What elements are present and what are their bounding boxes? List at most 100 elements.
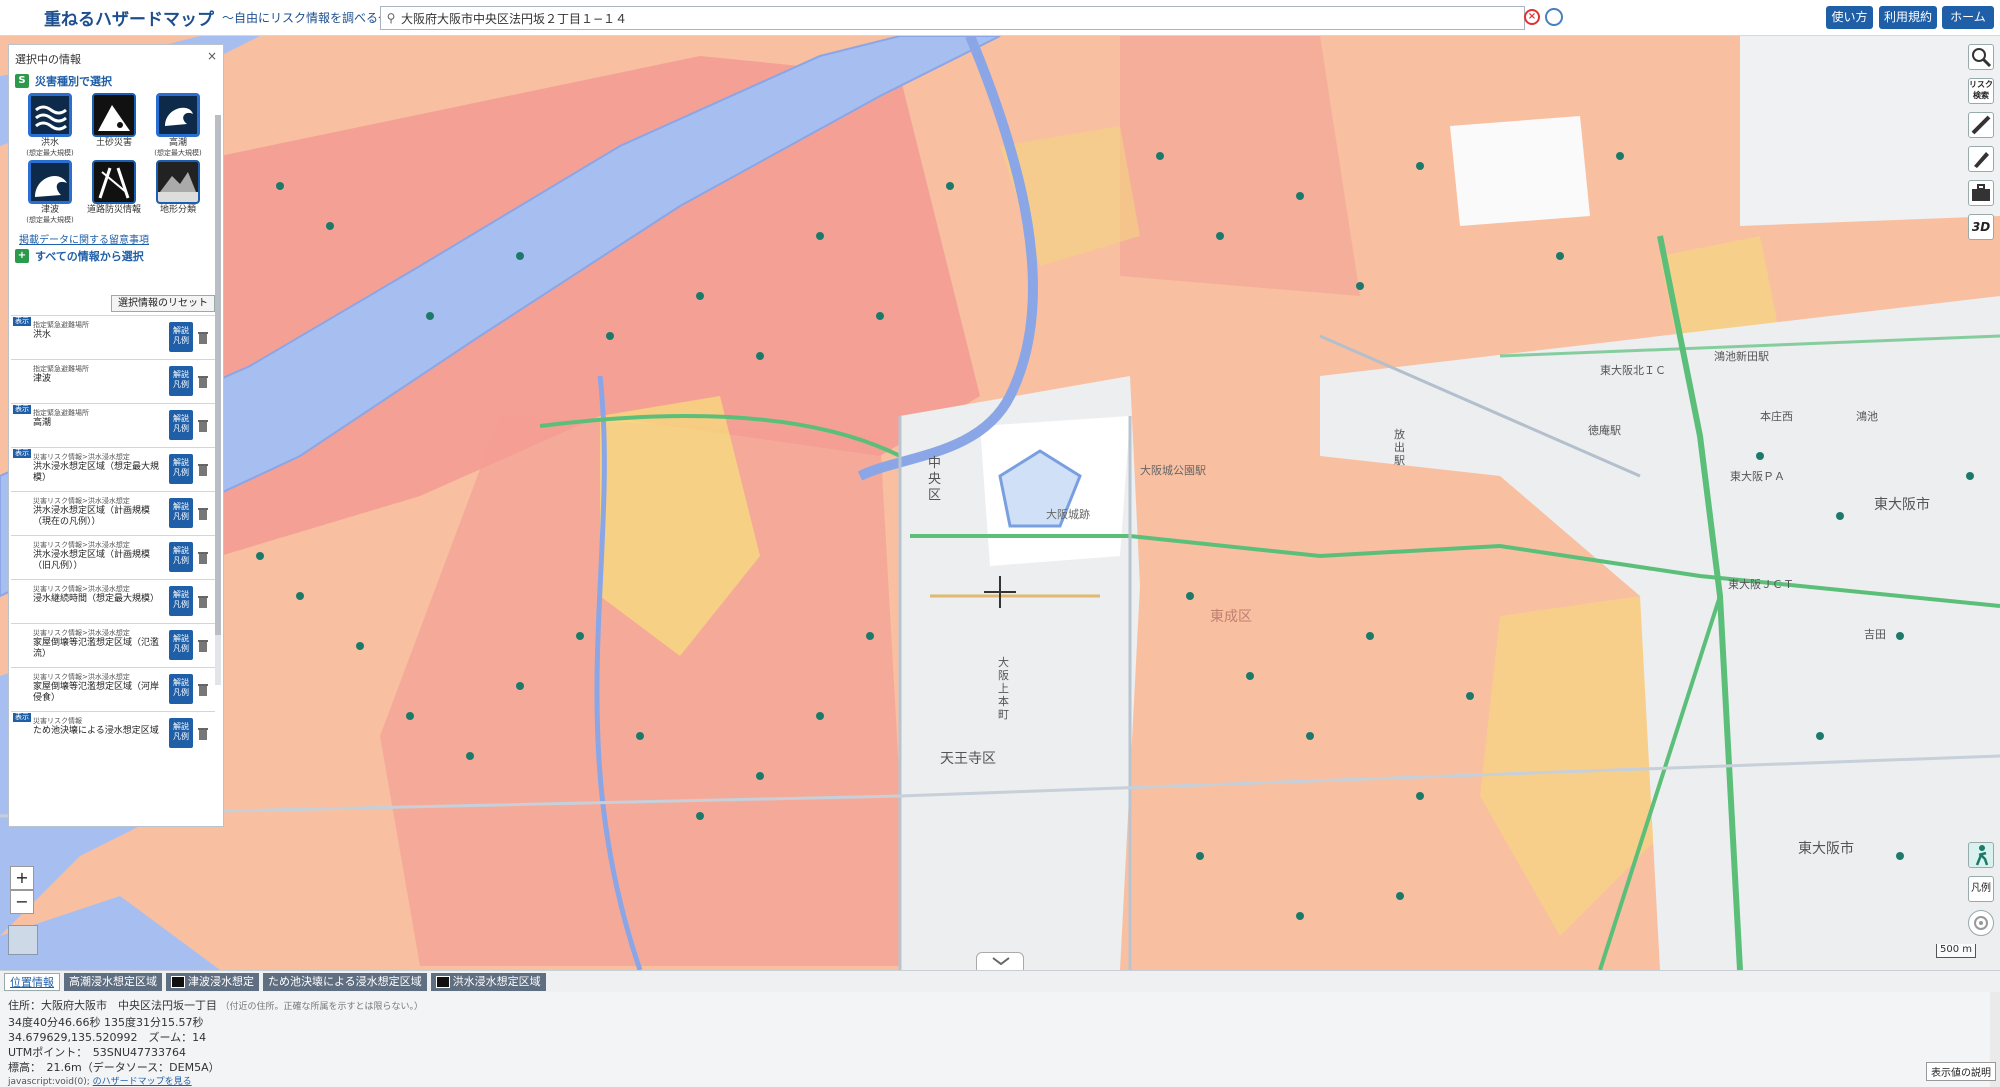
layer-item[interactable]: 表示 指定緊急避難場所 高潮 解説 凡例 — [11, 403, 215, 447]
select-by-hazard-label: 災害種別で選択 — [35, 75, 112, 88]
explain-label: 解説 — [173, 370, 189, 379]
trash-icon[interactable] — [197, 638, 209, 652]
layer-explain-button[interactable]: 解説 凡例 — [169, 454, 193, 484]
trash-icon[interactable] — [197, 330, 209, 344]
layer-item[interactable]: 災害リスク情報>洪水浸水想定 家屋倒壊等氾濫想定区域（河岸侵食） 解説 凡例 — [11, 667, 215, 711]
tab-flood[interactable]: 洪水浸水想定区域 — [430, 972, 546, 991]
view-hazard-map-link[interactable]: のハザードマップを見る — [93, 1077, 192, 1087]
explain-label: 解説 — [173, 678, 189, 687]
search-tool-icon[interactable] — [1968, 44, 1994, 70]
panel-scroll-thumb[interactable] — [215, 115, 221, 635]
location-info-panel: 住所：大阪府大阪市 中央区法円坂一丁目 （付近の住所。正確な所属を示すとは限らな… — [0, 992, 2000, 1087]
hazard-landslide-label: 土砂災害 — [95, 138, 132, 148]
selected-info-panel: 選択中の情報 × S 災害種別で選択 洪水 (想定最大規模) 土砂災害 高潮 (… — [8, 44, 224, 827]
shelter-icon[interactable] — [1968, 842, 1994, 868]
layer-item[interactable]: 表示 災害リスク情報 ため池決壊による浸水想定区域 解説 凡例 — [11, 711, 215, 755]
layer-item[interactable]: 災害リスク情報>洪水浸水想定 洪水浸水想定区域（計画規模（現在の凡例）） 解説凡… — [11, 491, 215, 535]
layer-explain-button[interactable]: 解説 凡例 — [169, 718, 193, 748]
layer-name: 洪水浸水想定区域（計画規模（現在の凡例）） — [33, 506, 151, 527]
hazard-map-canvas[interactable]: 中央区 大阪城跡 大阪城公園駅 天王寺区 東成区 東大阪市 東大阪市 放出駅 徳… — [0, 36, 2000, 970]
clear-search-button[interactable]: × — [1524, 9, 1540, 25]
panel-close-button[interactable]: × — [207, 49, 217, 63]
layer-explain-button[interactable]: 解説 凡例 — [169, 410, 193, 440]
layer-item[interactable]: 災害リスク情報>洪水浸水想定 家屋倒壊等氾濫想定区域（氾濫流） 解説 凡例 — [11, 623, 215, 667]
layer-visible-badge[interactable]: 表示 — [13, 449, 31, 458]
layer-item[interactable]: 表示 災害リスク情報>洪水浸水想定 洪水浸水想定区域（想定最大規模） 解説 凡例 — [11, 447, 215, 491]
toolbox-icon[interactable] — [1968, 180, 1994, 206]
value-explanation-button[interactable]: 表示値の説明 — [1926, 1062, 1996, 1081]
layer-explain-button[interactable]: 解説 凡例 — [169, 498, 193, 528]
hazard-road[interactable]: 道路防災情報 — [83, 160, 145, 225]
select-by-hazard-heading[interactable]: S 災害種別で選択 — [15, 73, 217, 89]
layer-category: 指定緊急避難場所 — [33, 409, 89, 417]
home-button[interactable]: ホーム — [1942, 6, 1994, 29]
data-notes-link[interactable]: 掲載データに関する留意事項 — [19, 231, 213, 246]
hazard-flood[interactable]: 洪水 (想定最大規模) — [19, 93, 81, 158]
layer-visible-badge[interactable]: 表示 — [13, 405, 31, 414]
layer-explain-button[interactable]: 解説 凡例 — [169, 674, 193, 704]
hazard-map-app: 重ねるハザードマップ 〜自由にリスク情報を調べる〜 ⚲ × 使い方 利用規約 ホ… — [0, 0, 2000, 1087]
address-search-input[interactable] — [401, 11, 1524, 25]
status-row: javascript:void(0); のハザードマップを見る — [8, 1075, 1992, 1087]
decimal-coordinates: 34.679629,135.520992 ズーム：14 — [8, 1031, 207, 1044]
zoom-in-button[interactable]: + — [10, 866, 34, 890]
layer-explain-button[interactable]: 解説 凡例 — [169, 366, 193, 396]
measure-icon[interactable] — [1968, 112, 1994, 138]
trash-icon[interactable] — [197, 726, 209, 740]
legend-toggle-button[interactable]: 凡例 — [1968, 876, 1994, 902]
hazard-tsunami[interactable]: 津波 (想定最大規模) — [19, 160, 81, 225]
layer-visible-badge[interactable]: 表示 — [13, 317, 31, 326]
layer-explain-button[interactable]: 解説 凡例 — [169, 630, 193, 660]
address-search-box[interactable]: ⚲ — [380, 6, 1525, 30]
usage-button[interactable]: 使い方 — [1826, 6, 1873, 29]
trash-icon[interactable] — [197, 462, 209, 476]
terms-button[interactable]: 利用規約 — [1879, 6, 1937, 29]
layer-visible-badge[interactable]: 表示 — [13, 713, 31, 722]
hazard-landslide[interactable]: 土砂災害 — [83, 93, 145, 158]
landslide-icon — [92, 93, 136, 137]
draw-icon[interactable] — [1968, 146, 1994, 172]
reset-selection-button[interactable]: 選択情報のリセット — [111, 295, 215, 312]
legend-label: 凡例 — [173, 512, 189, 521]
hazard-storm-surge[interactable]: 高潮 (想定最大規模) — [147, 93, 209, 158]
layer-explain-button[interactable]: 解説 凡例 — [169, 322, 193, 352]
layer-item[interactable]: 災害リスク情報>洪水浸水想定 浸水継続時間（想定最大規模） 解説 凡例 — [11, 579, 215, 623]
explain-label: 解説 — [173, 546, 189, 555]
legend-label: 凡例 — [173, 336, 189, 345]
trash-icon[interactable] — [197, 506, 209, 520]
layer-name: 高潮 — [33, 418, 52, 428]
tab-reservoir[interactable]: ため池決壊による浸水想定区域 — [263, 972, 427, 991]
layer-item[interactable]: 災害リスク情報>洪水浸水想定 洪水浸水想定区域（計画規模（旧凡例）） 解説 凡例 — [11, 535, 215, 579]
layer-item[interactable]: 指定緊急避難場所 津波 解説 凡例 — [11, 359, 215, 403]
layer-explain-button[interactable]: 解説 凡例 — [169, 542, 193, 572]
tab-location[interactable]: 位置情報 — [4, 972, 60, 991]
layer-explain-button[interactable]: 解説 凡例 — [169, 586, 193, 616]
trash-icon[interactable] — [197, 374, 209, 388]
3d-icon[interactable]: 3D — [1968, 214, 1994, 240]
storm-surge-icon — [156, 93, 200, 137]
trash-icon[interactable] — [197, 682, 209, 696]
trash-icon[interactable] — [197, 594, 209, 608]
panel-scrollbar[interactable] — [215, 115, 221, 685]
risk-search-icon[interactable]: リスク検索 — [1968, 78, 1994, 104]
collapse-bottom-panel-button[interactable] — [976, 952, 1024, 970]
layer-item[interactable]: 表示 指定緊急避難場所 洪水 解説 凡例 — [11, 315, 215, 359]
hazard-terrain[interactable]: 地形分類 — [147, 160, 209, 225]
zoom-out-button[interactable]: − — [10, 890, 34, 914]
hazard-type-grid: 洪水 (想定最大規模) 土砂災害 高潮 (想定最大規模) 津波 (想定最大規模)… — [19, 93, 217, 227]
legend-label: 凡例 — [173, 424, 189, 433]
app-logo[interactable]: 重ねるハザードマップ — [44, 5, 214, 30]
status-text: javascript:void(0); — [8, 1077, 90, 1087]
tab-storm-surge[interactable]: 高潮浸水想定区域 — [64, 972, 162, 991]
map-label-chuo: 中央区 — [928, 456, 942, 503]
map-label-konoike: 鴻池 — [1856, 410, 1878, 423]
tab-tsunami[interactable]: 津波浸水想定 — [166, 972, 259, 991]
trash-icon[interactable] — [197, 550, 209, 564]
map-label-osakakoen: 大阪城公園駅 — [1140, 464, 1206, 477]
layer-category: 指定緊急避難場所 — [33, 365, 89, 373]
background-map-switch-icon[interactable] — [8, 925, 38, 955]
search-go-icon[interactable] — [1545, 8, 1563, 26]
select-from-all-heading[interactable]: + すべての情報から選択 — [15, 248, 217, 264]
trash-icon[interactable] — [197, 418, 209, 432]
current-location-icon[interactable] — [1968, 910, 1994, 936]
